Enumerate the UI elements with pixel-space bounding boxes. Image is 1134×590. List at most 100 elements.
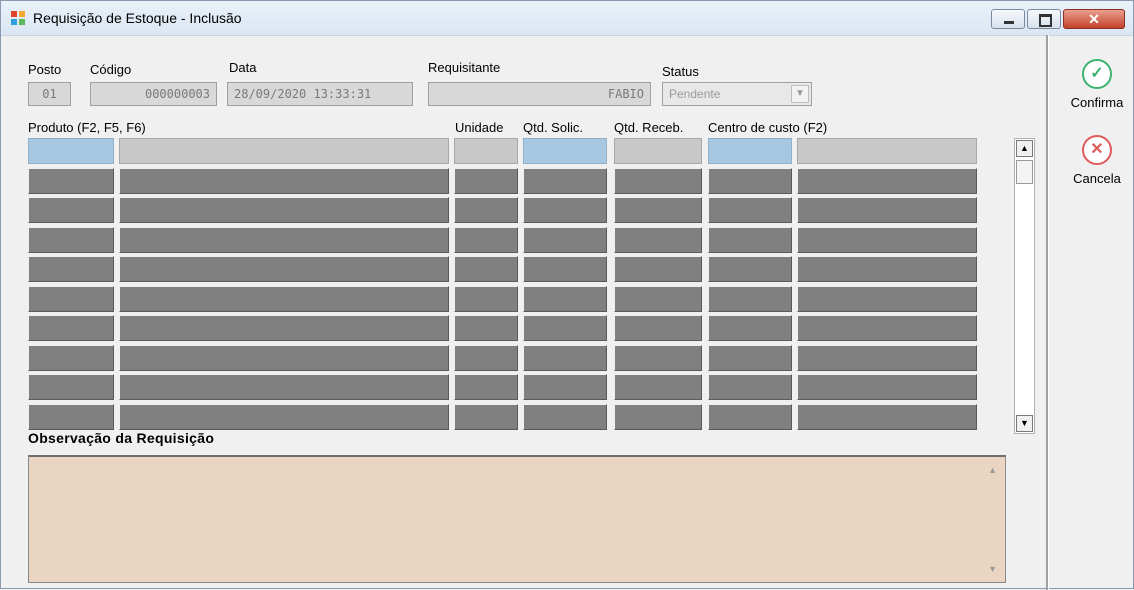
grid-cell-unidade[interactable]: [454, 374, 518, 400]
grid-cell-unidade[interactable]: [454, 345, 518, 371]
grid-cell-centro-custo-desc[interactable]: [797, 197, 977, 223]
scroll-thumb[interactable]: [1016, 160, 1033, 184]
app-icon: [11, 11, 25, 25]
grid-cell-centro-custo-desc[interactable]: [797, 138, 977, 164]
grid-cell-centro-custo-desc[interactable]: [797, 286, 977, 312]
grid-cell-unidade[interactable]: [454, 197, 518, 223]
grid-cell-qtd-receb[interactable]: [614, 345, 702, 371]
grid-cell-centro-custo-desc[interactable]: [797, 374, 977, 400]
maximize-icon: [1039, 14, 1052, 27]
grid-cell-produto-desc[interactable]: [119, 138, 449, 164]
grid-cell-centro-custo-desc[interactable]: [797, 315, 977, 341]
confirm-button[interactable]: ✓ Confirma: [1061, 59, 1133, 110]
data-field[interactable]: 28/09/2020 13:33:31: [227, 82, 413, 106]
grid-cell-qtd-receb[interactable]: [614, 374, 702, 400]
confirm-label: Confirma: [1070, 95, 1124, 110]
grid-cell-qtd-receb[interactable]: [614, 168, 702, 194]
grid-cell-qtd-solic[interactable]: [523, 256, 607, 282]
grid-cell-unidade[interactable]: [454, 286, 518, 312]
grid-cell-qtd-solic[interactable]: [523, 315, 607, 341]
grid-cell-qtd-solic[interactable]: [523, 374, 607, 400]
memo-scroll-up-icon[interactable]: ▲: [988, 465, 997, 475]
status-select[interactable]: Pendente ▼: [662, 82, 812, 106]
grid-cell-unidade[interactable]: [454, 227, 518, 253]
grid-cell-qtd-solic[interactable]: [523, 286, 607, 312]
grid-cell-centro-custo-code[interactable]: [708, 315, 792, 341]
grid-scrollbar[interactable]: ▲ ▼: [1014, 138, 1035, 434]
grid-cell-produto-code[interactable]: [28, 197, 114, 223]
grid-cell-produto-desc[interactable]: [119, 256, 449, 282]
grid-cell-qtd-receb[interactable]: [614, 227, 702, 253]
status-label: Status: [662, 64, 699, 79]
maximize-button[interactable]: [1027, 9, 1061, 29]
grid-cell-qtd-solic[interactable]: [523, 168, 607, 194]
grid-cell-produto-desc[interactable]: [119, 404, 449, 430]
grid-cell-centro-custo-code[interactable]: [708, 286, 792, 312]
grid-cell-centro-custo-code[interactable]: [708, 256, 792, 282]
scroll-down-icon[interactable]: ▼: [1016, 415, 1033, 432]
grid-cell-centro-custo-desc[interactable]: [797, 345, 977, 371]
grid-cell-centro-custo-code[interactable]: [708, 138, 792, 164]
grid-cell-produto-desc[interactable]: [119, 315, 449, 341]
grid-cell-unidade[interactable]: [454, 256, 518, 282]
grid-cell-centro-custo-desc[interactable]: [797, 227, 977, 253]
grid-cell-produto-desc[interactable]: [119, 227, 449, 253]
grid-cell-centro-custo-code[interactable]: [708, 374, 792, 400]
grid-cell-produto-code[interactable]: [28, 345, 114, 371]
grid-cell-centro-custo-code[interactable]: [708, 168, 792, 194]
grid-cell-centro-custo-code[interactable]: [708, 227, 792, 253]
codigo-label: Código: [90, 62, 132, 77]
dropdown-arrow-icon[interactable]: ▼: [791, 85, 809, 103]
grid-cell-produto-desc[interactable]: [119, 374, 449, 400]
grid-cell-qtd-receb[interactable]: [614, 404, 702, 430]
grid-cell-unidade[interactable]: [454, 138, 518, 164]
grid-cell-produto-code[interactable]: [28, 138, 114, 164]
posto-field[interactable]: 01: [28, 82, 71, 106]
grid-cell-qtd-receb[interactable]: [614, 286, 702, 312]
grid-cell-centro-custo-code[interactable]: [708, 404, 792, 430]
grid-cell-produto-code[interactable]: [28, 227, 114, 253]
grid-cell-produto-desc[interactable]: [119, 286, 449, 312]
cancel-label: Cancela: [1073, 171, 1121, 186]
grid-cell-qtd-solic[interactable]: [523, 197, 607, 223]
title-bar: Requisição de Estoque - Inclusão ✕: [1, 1, 1133, 36]
grid-cell-produto-desc[interactable]: [119, 345, 449, 371]
grid-cell-produto-code[interactable]: [28, 315, 114, 341]
close-icon: ✕: [1088, 11, 1100, 27]
window-title: Requisição de Estoque - Inclusão: [33, 10, 242, 26]
grid-cell-qtd-solic[interactable]: [523, 227, 607, 253]
grid-cell-centro-custo-desc[interactable]: [797, 404, 977, 430]
minimize-button[interactable]: [991, 9, 1025, 29]
grid-cell-unidade[interactable]: [454, 168, 518, 194]
grid-cell-unidade[interactable]: [454, 404, 518, 430]
requisitante-field[interactable]: FABIO: [428, 82, 651, 106]
grid-cell-produto-code[interactable]: [28, 256, 114, 282]
grid-cell-qtd-receb[interactable]: [614, 315, 702, 341]
grid-cell-centro-custo-desc[interactable]: [797, 256, 977, 282]
grid-cell-qtd-solic[interactable]: [523, 345, 607, 371]
grid-cell-produto-code[interactable]: [28, 404, 114, 430]
grid-cell-qtd-solic[interactable]: [523, 138, 607, 164]
col-qtd-solic: Qtd. Solic.: [523, 120, 583, 135]
grid-cell-centro-custo-desc[interactable]: [797, 168, 977, 194]
col-unidade: Unidade: [455, 120, 504, 135]
grid-cell-produto-desc[interactable]: [119, 168, 449, 194]
close-button[interactable]: ✕: [1063, 9, 1125, 29]
grid-cell-qtd-receb[interactable]: [614, 197, 702, 223]
grid-cell-produto-code[interactable]: [28, 286, 114, 312]
codigo-field[interactable]: 000000003: [90, 82, 217, 106]
memo-scroll-down-icon[interactable]: ▼: [988, 564, 997, 574]
grid-cell-produto-code[interactable]: [28, 374, 114, 400]
grid-cell-centro-custo-code[interactable]: [708, 197, 792, 223]
grid-cell-unidade[interactable]: [454, 315, 518, 341]
cancel-button[interactable]: ✕ Cancela: [1061, 135, 1133, 186]
grid-cell-produto-desc[interactable]: [119, 197, 449, 223]
sidebar-divider: [1046, 35, 1049, 590]
scroll-up-icon[interactable]: ▲: [1016, 140, 1033, 157]
grid-cell-qtd-receb[interactable]: [614, 256, 702, 282]
grid-cell-qtd-solic[interactable]: [523, 404, 607, 430]
grid-cell-qtd-receb[interactable]: [614, 138, 702, 164]
grid-cell-centro-custo-code[interactable]: [708, 345, 792, 371]
observacao-textarea[interactable]: ▲ ▼: [28, 455, 1006, 583]
grid-cell-produto-code[interactable]: [28, 168, 114, 194]
